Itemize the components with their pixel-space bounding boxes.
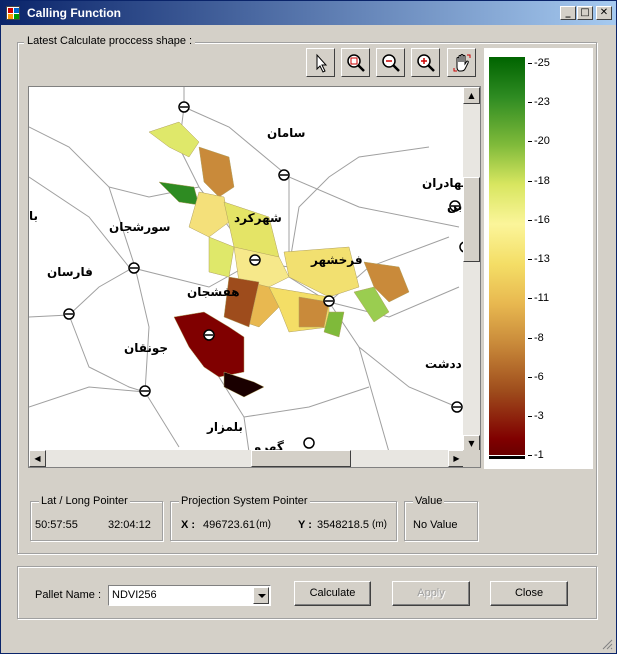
legend-tick [528,141,532,142]
horizontal-scroll-thumb[interactable] [251,450,351,467]
legend-tick [528,220,532,221]
legend-tick [528,102,532,103]
zoom-extent-icon [347,54,365,72]
close-window-button[interactable]: ✕ [596,6,612,20]
legend-tick [528,416,532,417]
legend-label: -11 [534,292,550,304]
legend-tick [528,455,532,456]
horizontal-scrollbar[interactable]: ◀ ▶ [29,450,465,467]
map-label: بن [447,199,462,213]
map-label: با [29,209,38,223]
legend-label: -16 [534,214,550,226]
y-value: 3548218.5 [317,519,369,531]
longitude-value: 32:04:12 [108,519,151,531]
pallet-select[interactable]: NDVI256 [108,585,271,606]
scrollbar-corner [463,450,480,467]
maximize-button[interactable]: □ [577,6,593,20]
scroll-left-button[interactable]: ◀ [29,450,46,467]
legend-tick [528,377,532,378]
zoom-out-icon [382,54,400,72]
arrow-left-icon: ◀ [34,454,41,463]
projection-label: Projection System Pointer [179,495,310,507]
legend-label: -8 [534,332,544,344]
minimize-button[interactable]: _ [560,6,576,20]
calculate-button[interactable]: Calculate [294,581,371,606]
legend-tick [528,298,532,299]
map-label: جونقان [124,341,168,356]
pointer-tool-button[interactable] [306,48,335,77]
legend-label: -13 [534,253,550,265]
legend-tick [528,259,532,260]
minimize-icon: _ [565,7,571,18]
pallet-select-value: NDVI256 [112,589,157,601]
legend-tick [528,63,532,64]
vertical-scroll-thumb[interactable] [463,177,480,262]
map-label: بهادران [422,176,465,190]
map-canvas[interactable]: سامان بهادران بن شهرکرد سورشجان فرخشهر ف… [29,87,465,452]
map-label: سورشجان [109,220,170,235]
calling-function-window: Calling Function _ □ ✕ Latest Calculate … [0,0,617,654]
legend-label: -23 [534,96,550,108]
value-label: Value [413,495,445,507]
apply-button: Apply [392,581,470,606]
map-groupbox-label: Latest Calculate proccess shape : [24,35,196,47]
zoom-in-icon [417,54,435,72]
y-label: Y : [298,519,312,531]
x-unit: (m) [256,519,271,530]
app-icon [6,6,20,20]
map-label: فرخشهر [310,253,363,267]
resize-grip-icon[interactable] [601,638,613,650]
color-legend: -25 -23 -20 -18 -16 -13 -11 -8 -6 -3 -1 [484,48,593,469]
scroll-up-button[interactable]: ▲ [463,87,480,104]
y-unit: (m) [372,519,387,530]
title-bar[interactable]: Calling Function _ □ ✕ [1,1,616,25]
window-title: Calling Function [27,6,121,20]
legend-label: -1 [534,449,544,461]
latlong-pointer-box: Lat / Long Pointer 50:57:55 32:04:12 [30,495,163,541]
hand-pan-icon [453,54,471,72]
x-label: X : [181,519,196,531]
vertical-scrollbar[interactable]: ▲ ▼ [463,87,480,452]
map-label: فارسان [47,265,93,279]
legend-label: -18 [534,175,550,187]
x-value: 496723.61 [203,519,255,531]
pallet-name-label: Pallet Name : [35,589,102,601]
map-label: سامان [267,126,305,140]
zoom-in-button[interactable] [411,48,440,77]
arrow-right-icon: ▶ [453,454,460,463]
value-box: Value No Value [404,495,478,541]
legend-label: -3 [534,410,544,422]
map-label: شهرکرد [234,211,282,225]
close-button[interactable]: Close [490,581,568,606]
arrow-up-icon: ▲ [468,91,475,100]
legend-tick [528,338,532,339]
map-view[interactable]: سامان بهادران بن شهرکرد سورشجان فرخشهر ف… [28,86,481,468]
maximize-icon: □ [580,7,590,18]
value-display: No Value [413,519,458,531]
latitude-value: 50:57:55 [35,519,78,531]
legend-label: -25 [534,57,550,69]
map-label: بلمزار [206,420,243,434]
zoom-extent-button[interactable] [341,48,370,77]
legend-label: -20 [534,135,550,147]
map-label: ددشت [425,357,462,371]
pan-tool-button[interactable] [447,48,476,77]
legend-label: -6 [534,371,544,383]
latlong-label: Lat / Long Pointer [39,495,130,507]
map-label: هفشجان [187,285,240,299]
close-icon: ✕ [599,7,609,18]
arrow-cursor-icon [316,53,328,73]
legend-tick [528,181,532,182]
zoom-out-button[interactable] [376,48,405,77]
projection-pointer-box: Projection System Pointer X : 496723.61 … [170,495,397,541]
arrow-down-icon: ▼ [468,439,475,448]
legend-color-ramp [489,57,525,459]
chevron-down-icon[interactable] [253,587,269,604]
